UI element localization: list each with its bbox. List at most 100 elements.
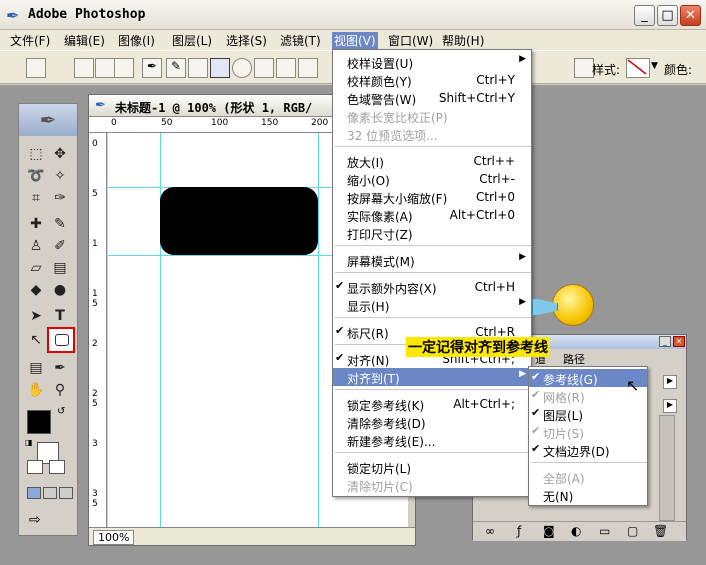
menu-window[interactable]: 窗口(W): [388, 32, 433, 49]
history-brush-icon[interactable]: ✐: [49, 236, 71, 256]
clone-stamp-icon[interactable]: ♙: [25, 236, 47, 256]
ruler-vertical[interactable]: 0 5 1 1 5 2 2 5 3 3 5: [89, 133, 107, 527]
delete-layer-icon[interactable]: 🗑: [653, 524, 668, 538]
imageready-jump-icon[interactable]: ⇨: [29, 512, 41, 528]
quick-mask-button[interactable]: [49, 460, 65, 474]
swap-colors-icon[interactable]: ↺: [57, 406, 65, 417]
menu-filter[interactable]: 滤镜(T): [280, 32, 321, 49]
eraser-tool-icon[interactable]: ▱: [25, 258, 47, 278]
menu-item-print-size[interactable]: 打印尺寸(Z): [333, 224, 531, 242]
palette-close-icon[interactable]: ✕: [673, 336, 685, 347]
paths-button[interactable]: [95, 58, 115, 78]
type-tool-icon[interactable]: T: [49, 306, 71, 326]
menu-item-zoom-out[interactable]: 缩小(O) Ctrl+-: [333, 170, 531, 188]
eyedropper-tool-icon[interactable]: ✒: [49, 358, 71, 378]
custom-shape-button[interactable]: [298, 58, 318, 78]
dodge-tool-icon[interactable]: ●: [49, 280, 71, 300]
menu-item-actual-pixels[interactable]: 实际像素(A) Alt+Ctrl+0: [333, 206, 531, 224]
menu-item-gamut-warning[interactable]: 色域警告(W) Shift+Ctrl+Y: [333, 89, 531, 107]
link-layers-icon[interactable]: ∞: [485, 524, 495, 538]
palette-arrow-icon[interactable]: ▶: [663, 399, 677, 413]
crop-tool-icon[interactable]: ⌗: [25, 188, 47, 208]
standard-mode-button[interactable]: [27, 460, 43, 474]
menu-item-proof-colors[interactable]: 校样颜色(Y) Ctrl+Y: [333, 71, 531, 89]
new-group-icon[interactable]: ▭: [599, 524, 610, 538]
submenu-item-document-bounds[interactable]: ✔ 文档边界(D): [529, 441, 647, 459]
menu-item-show[interactable]: 显示(H) ▶: [333, 296, 531, 314]
link-icon[interactable]: [574, 58, 594, 78]
submenu-item-layers[interactable]: ✔ 图层(L): [529, 405, 647, 423]
guide-vertical[interactable]: [318, 133, 319, 527]
healing-brush-icon[interactable]: ✚: [25, 214, 47, 234]
brush-tool-icon[interactable]: ✎: [49, 214, 71, 234]
default-colors-icon[interactable]: ◨: [25, 438, 33, 447]
adjustment-layer-icon[interactable]: ◐: [571, 524, 581, 538]
menu-item-zoom-in[interactable]: 放大(I) Ctrl++: [333, 152, 531, 170]
menu-item-lock-slices[interactable]: 锁定切片(L): [333, 458, 531, 476]
tab-paths[interactable]: 路径: [563, 351, 585, 367]
menu-item-screen-mode[interactable]: 屏幕模式(M) ▶: [333, 251, 531, 269]
marquee-tool-icon[interactable]: ⬚: [25, 144, 47, 164]
menu-item-new-guide[interactable]: 新建参考线(E)...: [333, 431, 531, 449]
blur-tool-icon[interactable]: ◆: [25, 280, 47, 300]
rectangle-shape-button[interactable]: [188, 58, 208, 78]
menu-item-clear-guides[interactable]: 清除参考线(D): [333, 413, 531, 431]
new-layer-icon[interactable]: ▢: [627, 524, 638, 538]
guide-vertical[interactable]: [160, 133, 161, 527]
rounded-rectangle-shape[interactable]: [160, 187, 318, 255]
menu-item-lock-guides[interactable]: 锁定参考线(K) Alt+Ctrl+;: [333, 395, 531, 413]
menu-separator: [335, 245, 531, 246]
palette-minimize-icon[interactable]: _: [659, 336, 671, 347]
menu-image[interactable]: 图像(I): [118, 32, 155, 49]
move-tool-icon[interactable]: ✥: [49, 144, 71, 164]
standard-screen-mode-button[interactable]: [27, 487, 41, 499]
style-swatch[interactable]: [626, 58, 650, 78]
line-shape-button[interactable]: [276, 58, 296, 78]
full-screen-menu-button[interactable]: [43, 487, 57, 499]
menu-view[interactable]: 视图(V): [332, 32, 378, 49]
notes-tool-icon[interactable]: ▤: [25, 358, 47, 378]
minimize-button[interactable]: _: [634, 5, 655, 26]
menu-edit[interactable]: 编辑(E): [64, 32, 105, 49]
direct-selection-icon[interactable]: ↖: [25, 330, 47, 350]
ellipse-shape-button[interactable]: [232, 58, 252, 78]
feather-logo-icon[interactable]: ✒: [19, 104, 77, 136]
slice-tool-icon[interactable]: ✑: [49, 188, 71, 208]
full-screen-button[interactable]: [59, 487, 73, 499]
menu-item-fit-screen[interactable]: 按屏幕大小缩放(F) Ctrl+0: [333, 188, 531, 206]
menu-select[interactable]: 选择(S): [226, 32, 267, 49]
menu-file[interactable]: 文件(F): [10, 32, 50, 49]
tool-preset-button[interactable]: [26, 58, 46, 78]
gradient-tool-icon[interactable]: ▤: [49, 258, 71, 278]
layer-style-icon[interactable]: ƒ: [517, 524, 521, 538]
submenu-item-none[interactable]: 无(N): [529, 486, 647, 504]
fill-pixels-button[interactable]: [114, 58, 134, 78]
ruler-tick: 150: [261, 118, 279, 128]
shape-layers-button[interactable]: [74, 58, 94, 78]
chevron-down-icon[interactable]: ▼: [651, 61, 658, 71]
zoom-tool-icon[interactable]: ⚲: [49, 380, 71, 400]
rounded-rectangle-tool-icon[interactable]: [47, 327, 75, 353]
polygon-shape-button[interactable]: [254, 58, 274, 78]
checkmark-icon: ✔: [531, 388, 541, 401]
close-button[interactable]: ✕: [680, 5, 701, 26]
path-selection-icon[interactable]: ➤: [25, 306, 47, 326]
menu-item-proof-setup[interactable]: 校样设置(U) ▶: [333, 53, 531, 71]
palette-scrollbar[interactable]: [659, 415, 675, 521]
document-status-bar: 100%: [89, 527, 415, 545]
menu-item-snap-to[interactable]: 对齐到(T) ▶: [333, 368, 531, 386]
layer-mask-icon[interactable]: ◙: [543, 524, 555, 538]
magic-wand-icon[interactable]: ✧: [49, 166, 71, 186]
menu-layer[interactable]: 图层(L): [172, 32, 212, 49]
hand-tool-icon[interactable]: ✋: [25, 380, 47, 400]
foreground-color-swatch[interactable]: [27, 410, 51, 434]
maximize-button[interactable]: □: [657, 5, 678, 26]
pen-tool-icon[interactable]: ✒: [142, 58, 162, 78]
menu-help[interactable]: 帮助(H): [442, 32, 484, 49]
freeform-pen-icon[interactable]: ✎: [166, 58, 186, 78]
lasso-tool-icon[interactable]: ➰: [25, 166, 47, 186]
zoom-field[interactable]: 100%: [93, 530, 135, 545]
palette-arrow-icon[interactable]: ▶: [663, 375, 677, 389]
menu-item-extras[interactable]: ✔ 显示额外内容(X) Ctrl+H: [333, 278, 531, 296]
rounded-rectangle-shape-button[interactable]: [210, 58, 230, 78]
